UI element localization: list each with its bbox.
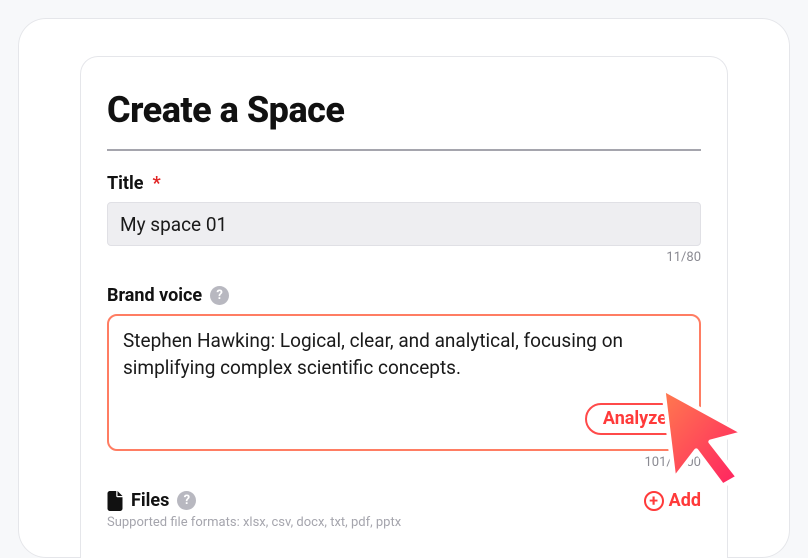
title-input[interactable] — [107, 202, 701, 246]
help-icon[interactable]: ? — [210, 286, 229, 305]
analyze-row: Analyze — [123, 403, 685, 435]
title-label: Title * — [107, 173, 701, 194]
analyze-button[interactable]: Analyze — [585, 403, 685, 435]
brand-voice-label: Brand voice ? — [107, 285, 701, 306]
files-section: Files ? + Add Supported file formats: xl… — [107, 490, 701, 530]
brand-voice-textarea[interactable]: Stephen Hawking: Logical, clear, and ana… — [123, 328, 685, 381]
brand-voice-counter: 101/1000 — [107, 455, 701, 470]
help-icon[interactable]: ? — [177, 491, 196, 510]
brand-voice-field: Brand voice ? Stephen Hawking: Logical, … — [107, 285, 701, 470]
page-title: Create a Space — [107, 89, 701, 131]
files-label: Files — [131, 490, 169, 511]
title-label-text: Title — [107, 173, 144, 194]
title-field: Title * 11/80 — [107, 173, 701, 265]
add-files-button[interactable]: + Add — [644, 490, 701, 511]
app-window: Create a Space Title * 11/80 Brand voice … — [18, 18, 790, 558]
file-icon — [107, 491, 123, 511]
add-label: Add — [669, 490, 701, 511]
brand-voice-box: Stephen Hawking: Logical, clear, and ana… — [107, 314, 701, 451]
brand-voice-label-text: Brand voice — [107, 285, 202, 306]
divider — [107, 149, 701, 151]
create-space-card: Create a Space Title * 11/80 Brand voice … — [80, 56, 728, 558]
files-format-hint: Supported file formats: xlsx, csv, docx,… — [107, 515, 701, 530]
title-counter: 11/80 — [107, 250, 701, 265]
required-marker: * — [153, 173, 161, 194]
plus-icon: + — [644, 491, 664, 511]
